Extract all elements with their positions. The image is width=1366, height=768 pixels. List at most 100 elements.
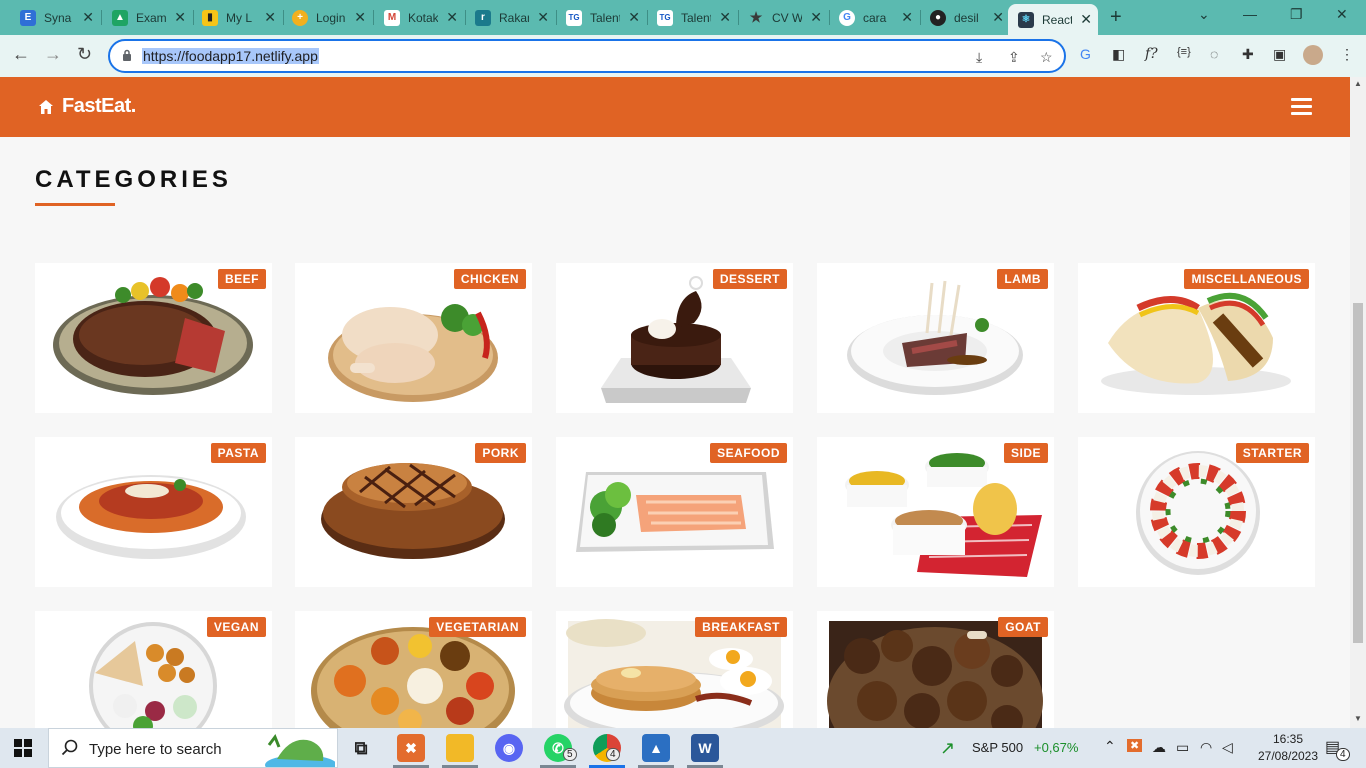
browser-tab[interactable]: G cara ✕ [829, 4, 919, 31]
minimize-button[interactable]: — [1243, 6, 1257, 22]
browser-tab[interactable]: E Syna ✕ [10, 4, 100, 31]
close-tab-icon[interactable]: ✕ [628, 9, 640, 26]
xampp-icon[interactable]: ✖ [397, 734, 425, 762]
tab-title: Rakam [499, 10, 529, 25]
browser-tab[interactable]: ★ CV W ✕ [738, 4, 828, 31]
bookmark-star-icon[interactable]: ☆ [1040, 49, 1053, 66]
extension-icon[interactable]: ◌ [1210, 46, 1218, 62]
close-tab-icon[interactable]: ✕ [174, 9, 186, 26]
browser-tab-strip: E Syna ✕ ▲ Exam ✕ ▮ My L ✕ + Login ✕ M K… [0, 0, 1366, 35]
category-card-dessert[interactable]: DESSERT [556, 263, 793, 413]
category-badge: MISCELLANEOUS [1184, 269, 1309, 289]
category-badge: CHICKEN [453, 269, 526, 289]
category-card-beef[interactable]: BEEF [35, 263, 272, 413]
brand-name: FastEat. [62, 95, 136, 117]
scrollbar-thumb[interactable] [1353, 303, 1363, 643]
chevron-up-icon[interactable]: ⌃ [1104, 738, 1116, 755]
word-icon[interactable]: W [691, 734, 719, 762]
category-card-vegan[interactable]: VEGAN [35, 611, 272, 728]
forward-icon[interactable]: → [44, 44, 62, 65]
cloud-icon[interactable]: ☁ [1152, 739, 1166, 756]
close-tab-icon[interactable]: ✕ [82, 9, 94, 26]
category-badge: SEAFOOD [710, 443, 787, 463]
stock-name[interactable]: S&P 500 [972, 740, 1023, 755]
close-window-button[interactable]: ✕ [1336, 6, 1348, 23]
scroll-down-icon[interactable]: ▼ [1354, 714, 1362, 723]
browser-tab[interactable]: ▮ My L ✕ [192, 4, 282, 31]
windows-start-icon[interactable] [14, 739, 32, 757]
category-card-seafood[interactable]: SEAFOOD [556, 437, 793, 587]
stock-chart-icon: ↗ [940, 738, 956, 758]
brand-logo[interactable]: FastEat. [38, 95, 136, 118]
clock-time[interactable]: 16:35 [1260, 732, 1316, 746]
close-tab-icon[interactable]: ✕ [1080, 11, 1092, 28]
close-tab-icon[interactable]: ✕ [537, 9, 549, 26]
page-scrollbar[interactable]: ▲ ▼ [1350, 77, 1366, 728]
search-placeholder: Type here to search [89, 741, 222, 758]
translate-icon[interactable]: G [1080, 46, 1091, 62]
browser-tab[interactable]: TG Talent ✕ [647, 4, 737, 31]
file-explorer-icon[interactable] [446, 734, 474, 762]
notification-count: 4 [1336, 748, 1350, 761]
task-view-icon[interactable]: ⧉ [347, 734, 375, 762]
scroll-up-icon[interactable]: ▲ [1354, 79, 1362, 88]
back-icon[interactable]: ← [12, 44, 30, 65]
close-tab-icon[interactable]: ✕ [810, 9, 822, 26]
category-card-chicken[interactable]: CHICKEN [295, 263, 532, 413]
puzzle-icon[interactable]: ✚ [1242, 46, 1254, 63]
wifi-icon[interactable]: ◠ [1200, 739, 1212, 756]
tab-title: CV W [772, 10, 803, 25]
photos-icon[interactable]: ▲ [642, 734, 670, 762]
close-tab-icon[interactable]: ✕ [901, 9, 913, 26]
browser-tab-active[interactable]: ⚛ React ✕ [1008, 4, 1098, 35]
xampp-tray-icon[interactable]: ✖ [1127, 739, 1143, 752]
json-icon[interactable]: {≡} [1177, 46, 1191, 58]
tab-title: Talent [590, 10, 621, 25]
close-tab-icon[interactable]: ✕ [446, 9, 458, 26]
restore-button[interactable]: ❐ [1290, 6, 1303, 23]
share-icon[interactable]: ⇪ [1008, 49, 1020, 66]
formula-icon[interactable]: f? [1145, 46, 1158, 62]
browser-tab[interactable]: ▲ Exam ✕ [102, 4, 192, 31]
reload-icon[interactable]: ↻ [77, 44, 92, 65]
battery-icon[interactable]: ▭ [1176, 739, 1189, 756]
avatar[interactable] [1303, 45, 1323, 65]
tab-title: Kotak [408, 10, 439, 25]
url-text[interactable]: https://foodapp17.netlify.app [142, 48, 319, 64]
close-tab-icon[interactable]: ✕ [354, 9, 366, 26]
category-card-pasta[interactable]: PASTA [35, 437, 272, 587]
tab-title: Exam [136, 10, 167, 25]
close-tab-icon[interactable]: ✕ [992, 9, 1004, 26]
discord-icon[interactable]: ◉ [495, 734, 523, 762]
category-badge: LAMB [997, 269, 1048, 289]
category-card-vegetarian[interactable]: VEGETARIAN [295, 611, 532, 728]
tab-search-icon[interactable]: ⌄ [1198, 6, 1210, 23]
close-tab-icon[interactable]: ✕ [264, 9, 276, 26]
category-card-breakfast[interactable]: BREAKFAST [556, 611, 793, 728]
category-card-starter[interactable]: STARTER [1078, 437, 1315, 587]
hamburger-menu-icon[interactable] [1291, 98, 1313, 116]
extension-icon[interactable]: ◧ [1112, 46, 1125, 63]
browser-tab[interactable]: M Kotak ✕ [374, 4, 464, 31]
browser-tab[interactable]: r Rakam ✕ [465, 4, 555, 31]
category-card-side[interactable]: SIDE [817, 437, 1054, 587]
browser-tab[interactable]: + Login ✕ [282, 4, 372, 31]
category-card-pork[interactable]: PORK [295, 437, 532, 587]
install-icon[interactable]: ⤓ [976, 49, 982, 66]
browser-tab[interactable]: ● desil ✕ [920, 4, 1010, 31]
taskbar-search-box[interactable]: Type here to search [48, 728, 338, 768]
menu-dots-icon[interactable]: ⋮ [1340, 46, 1354, 63]
clock-date[interactable]: 27/08/2023 [1247, 749, 1329, 763]
browser-tab[interactable]: TG Talent ✕ [556, 4, 646, 31]
address-bar[interactable]: https://foodapp17.netlify.app ⤓ ⇪ ☆ [108, 39, 1066, 73]
close-tab-icon[interactable]: ✕ [719, 9, 731, 26]
search-highlight-icon [265, 733, 335, 767]
sidepanel-icon[interactable]: ▣ [1273, 46, 1286, 63]
tab-title: desil [954, 10, 979, 25]
category-card-goat[interactable]: GOAT [817, 611, 1054, 728]
category-card-lamb[interactable]: LAMB [817, 263, 1054, 413]
volume-icon[interactable]: ◁ [1222, 739, 1233, 756]
category-card-miscellaneous[interactable]: MISCELLANEOUS [1078, 263, 1315, 413]
new-tab-button[interactable]: + [1110, 6, 1122, 29]
home-icon [39, 99, 53, 114]
